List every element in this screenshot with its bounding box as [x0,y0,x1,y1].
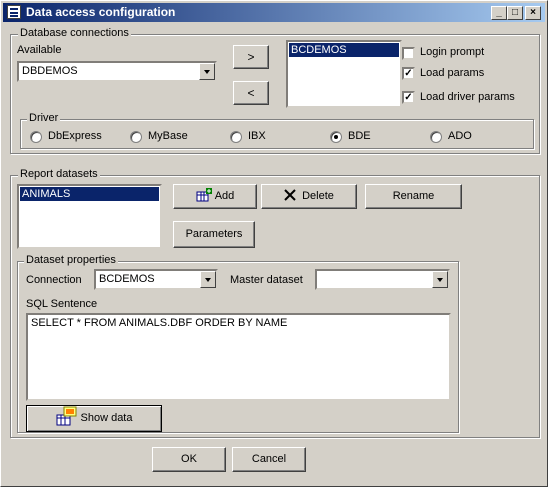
close-button[interactable]: × [525,6,541,20]
sql-sentence-label: SQL Sentence [26,298,98,310]
rename-dataset-button[interactable]: Rename [365,184,462,209]
show-data-label: Show data [80,412,133,424]
driver-label-ado: ADO [448,130,472,142]
datasets-list[interactable]: ANIMALS [17,184,162,249]
delete-dataset-label: Delete [302,190,334,202]
driver-label-bde: BDE [348,130,371,142]
driver-label-dbexpress: DbExpress [48,130,102,142]
show-data-button[interactable]: Show data [26,405,162,432]
list-item[interactable]: BCDEMOS [289,43,399,57]
dataset-properties-group: Dataset properties Connection BCDEMOS Ma… [17,254,459,433]
show-data-icon [56,406,76,426]
selected-connections-list[interactable]: BCDEMOS [286,40,402,108]
add-dataset-button[interactable]: Add [173,184,257,209]
available-label: Available [17,44,62,56]
driver-radio-mybase[interactable] [130,131,142,143]
maximize-button[interactable]: □ [507,6,523,20]
dataset-properties-legend: Dataset properties [24,254,118,266]
report-datasets-group: Report datasets ANIMALS Add Delete Renam… [10,168,540,438]
load-driver-params-label: Load driver params [420,91,515,103]
add-icon [196,188,212,202]
driver-label-ibx: IBX [248,130,266,142]
sql-sentence-editor[interactable]: SELECT * FROM ANIMALS.DBF ORDER BY NAME [26,313,451,401]
title-bar[interactable]: Data access configuration _ □ × [3,3,545,22]
add-connection-button[interactable]: > [233,45,269,69]
window-title: Data access configuration [26,5,176,19]
window-app-icon [7,5,21,19]
driver-legend: Driver [27,112,61,124]
login-prompt-checkbox[interactable] [402,47,415,60]
remove-connection-button[interactable]: < [233,81,269,105]
dataset-connection-combo[interactable]: BCDEMOS [94,269,218,290]
driver-radio-ibx[interactable] [230,131,242,143]
chevron-down-icon[interactable] [199,63,215,80]
parameters-button[interactable]: Parameters [173,221,255,248]
driver-group: Driver DbExpress MyBase IBX BDE ADO [20,112,534,149]
load-driver-params-checkbox[interactable]: ✓ [402,91,415,104]
master-dataset-label: Master dataset [230,274,303,286]
driver-label-mybase: MyBase [148,130,188,142]
chevron-down-icon[interactable] [432,271,448,288]
driver-radio-ado[interactable] [430,131,442,143]
login-prompt-label: Login prompt [420,46,485,58]
database-connections-group: Database connections Available DBDEMOS >… [10,27,540,154]
available-connections-combo[interactable]: DBDEMOS [17,61,217,82]
add-dataset-label: Add [214,190,235,202]
dataset-connection-value: BCDEMOS [99,273,155,285]
database-connections-legend: Database connections [18,27,131,39]
cancel-button[interactable]: Cancel [232,447,306,472]
available-connections-value: DBDEMOS [22,65,78,77]
driver-radio-bde[interactable] [330,131,342,143]
delete-icon [284,189,296,201]
load-params-checkbox[interactable]: ✓ [402,67,415,80]
minimize-button[interactable]: _ [491,6,507,20]
report-datasets-legend: Report datasets [18,168,100,180]
data-access-dialog: Data access configuration _ □ × Database… [0,0,548,487]
master-dataset-combo[interactable] [315,269,450,290]
list-item[interactable]: ANIMALS [20,187,159,201]
driver-radio-dbexpress[interactable] [30,131,42,143]
load-params-label: Load params [420,67,485,79]
delete-dataset-button[interactable]: Delete [261,184,357,209]
connection-label: Connection [26,274,82,286]
chevron-down-icon[interactable] [200,271,216,288]
ok-button[interactable]: OK [152,447,226,472]
